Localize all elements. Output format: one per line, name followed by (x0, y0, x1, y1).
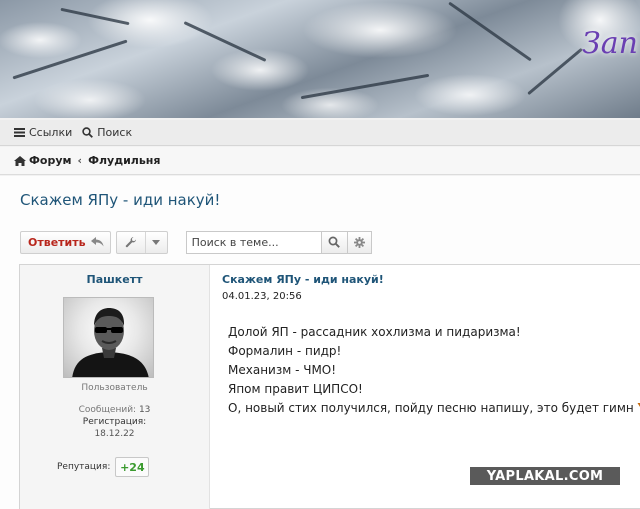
post-author-panel: Пашкетт Пользователь Сообщений: 13 Регис… (20, 265, 209, 509)
caret-down-icon (152, 239, 161, 245)
message-line: О, новый стих получился, пойду песню нап… (228, 399, 640, 418)
search-nav-button[interactable]: Поиск (82, 126, 132, 139)
search-options-button[interactable] (347, 230, 372, 254)
links-menu-button[interactable]: Ссылки (14, 126, 72, 139)
top-navigation: Ссылки Поиск (0, 120, 640, 146)
page-title: Скажем ЯПу - иди накуй! (20, 191, 221, 209)
reply-label: Ответить (28, 235, 86, 249)
breadcrumb-separator: ‹ (77, 154, 83, 167)
post-message: Долой ЯП - рассадник хохлизма и пидаризм… (228, 323, 640, 418)
wrench-icon (125, 237, 136, 248)
thread-toolbar: Ответить (20, 230, 372, 254)
author-user-title: Пользователь (81, 383, 148, 393)
home-icon (14, 155, 26, 166)
post-title-link[interactable]: Скажем ЯПу - иди накуй! (222, 273, 384, 286)
reputation-label: Репутация: (57, 462, 111, 472)
message-line: Долой ЯП - рассадник хохлизма и пидаризм… (228, 325, 521, 339)
author-stats: Сообщений: 13 Регистрация: 18.12.22 (20, 404, 209, 440)
thread-search-input[interactable] (185, 230, 322, 254)
reputation-row: Репутация: +24 (57, 457, 150, 477)
header-banner: Зап (0, 0, 640, 118)
reply-button[interactable]: Ответить (20, 230, 111, 254)
message-line: Механизм - ЧМО! (228, 363, 337, 377)
search-icon (82, 127, 94, 138)
post-divider (209, 265, 210, 509)
message-line: Япом правит ЦИПСО! (228, 382, 363, 396)
author-name-link[interactable]: Пашкетт (20, 273, 209, 286)
menu-icon (14, 128, 25, 137)
messages-label: Сообщений: (78, 405, 137, 415)
wrench-button[interactable] (117, 231, 146, 253)
registered-label: Регистрация: (82, 417, 147, 427)
registered-date: 18.12.22 (94, 429, 135, 439)
search-icon (328, 236, 340, 248)
main-content: Скажем ЯПу - иди накуй! Ответить Поиск в… (0, 176, 640, 509)
links-label: Ссылки (29, 126, 73, 139)
breadcrumb-forum[interactable]: Форум (14, 154, 72, 167)
search-nav-label: Поиск (97, 126, 133, 139)
reputation-badge[interactable]: +24 (115, 457, 150, 477)
messages-count: 13 (138, 405, 151, 415)
post-date: 04.01.23, 20:56 (222, 291, 302, 302)
tools-dropdown-toggle[interactable] (146, 232, 167, 253)
breadcrumb-section-label: Флудильня (88, 154, 161, 167)
thread-tools-button[interactable] (115, 230, 168, 254)
breadcrumb-section[interactable]: Флудильня (88, 154, 160, 167)
thread-search-button[interactable] (321, 230, 348, 254)
message-line: Формалин - пидр! (228, 344, 342, 358)
site-watermark: YAPLAKAL.COM (470, 467, 620, 485)
breadcrumb-forum-label: Форум (29, 154, 72, 167)
avatar[interactable] (63, 297, 154, 378)
breadcrumb: Форум ‹ Флудильня (0, 147, 640, 175)
reply-arrow-icon (90, 237, 104, 247)
site-logo-text[interactable]: Зап (582, 26, 638, 61)
gear-icon (353, 236, 365, 248)
message-line-text: О, новый стих получился, пойду песню нап… (228, 401, 638, 415)
avatar-portrait-image (72, 308, 149, 377)
